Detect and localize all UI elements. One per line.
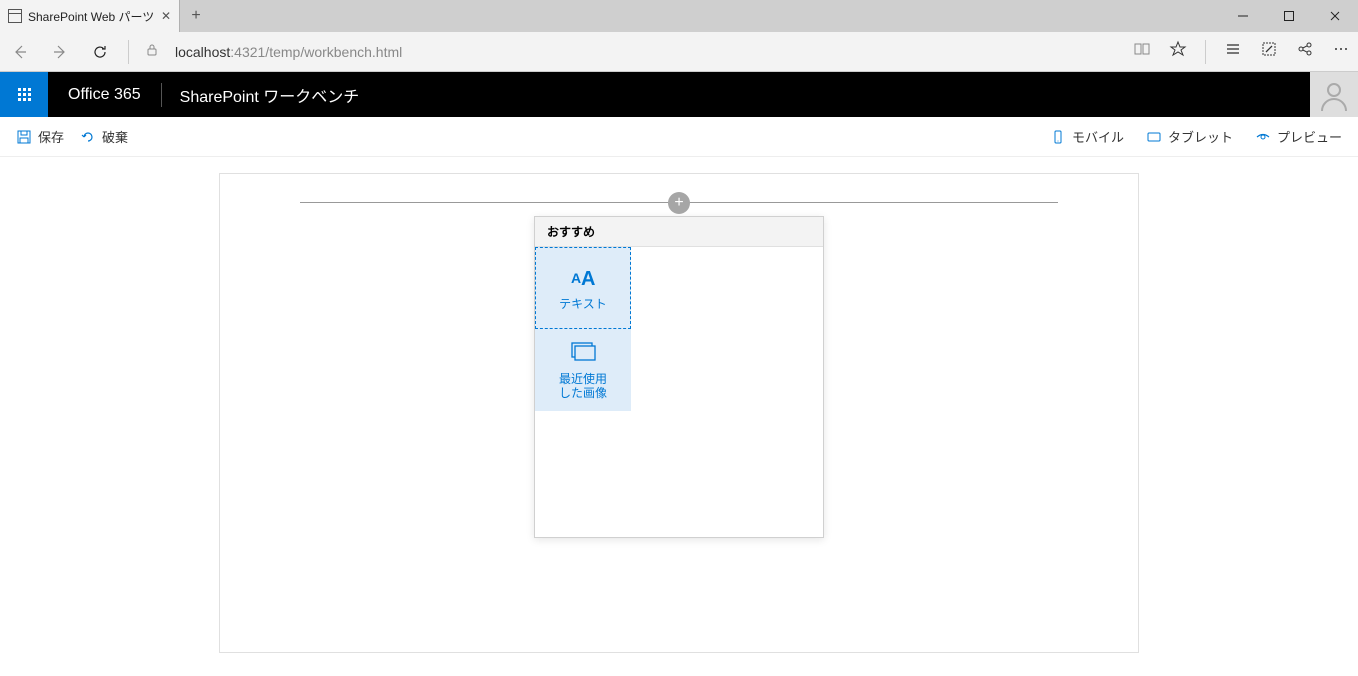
- tablet-icon: [1146, 129, 1162, 145]
- discard-label: 破棄: [102, 127, 128, 146]
- canvas: + おすすめ AA テキスト: [219, 173, 1139, 653]
- discard-button[interactable]: 破棄: [80, 127, 128, 146]
- url-host: localhost: [175, 44, 230, 60]
- favorite-icon[interactable]: [1169, 40, 1187, 63]
- command-bar: 保存 破棄 モバイル タブレット プレビュー: [0, 117, 1358, 157]
- webpart-toolbox: おすすめ AA テキスト: [534, 216, 824, 538]
- reading-view-icon[interactable]: [1133, 40, 1151, 63]
- svg-text:A: A: [571, 270, 581, 286]
- toolbox-item-text[interactable]: AA テキスト: [535, 247, 631, 329]
- image-stack-icon: [567, 340, 599, 364]
- save-label: 保存: [38, 127, 64, 146]
- preview-icon: [1255, 129, 1271, 145]
- avatar[interactable]: [1310, 72, 1358, 117]
- url-path: :4321/temp/workbench.html: [230, 44, 402, 60]
- separator: [1205, 40, 1206, 64]
- forward-button[interactable]: [48, 40, 72, 64]
- brand-label: Office 365: [48, 86, 161, 104]
- tablet-button[interactable]: タブレット: [1146, 127, 1233, 146]
- save-icon: [16, 129, 32, 145]
- hub-icon[interactable]: [1224, 40, 1242, 63]
- close-tab-icon[interactable]: ✕: [161, 9, 171, 23]
- tab-title: SharePoint Web パーツ: [28, 8, 154, 25]
- minimize-button[interactable]: [1220, 0, 1266, 32]
- separator: [128, 40, 129, 64]
- toolbox-item-label: 最近使用 した画像: [559, 372, 607, 401]
- tablet-label: タブレット: [1168, 127, 1233, 146]
- refresh-button[interactable]: [88, 40, 112, 64]
- text-icon: AA: [567, 265, 599, 289]
- back-button[interactable]: [8, 40, 32, 64]
- save-button[interactable]: 保存: [16, 127, 64, 146]
- url-field[interactable]: localhost:4321/temp/workbench.html: [175, 44, 1117, 60]
- app-launcher-button[interactable]: [0, 72, 48, 117]
- toolbox-item-recent-images[interactable]: 最近使用 した画像: [535, 329, 631, 411]
- lock-icon: [145, 43, 159, 60]
- notes-icon[interactable]: [1260, 40, 1278, 63]
- titlebar: SharePoint Web パーツ ✕ +: [0, 0, 1358, 32]
- more-icon[interactable]: [1332, 40, 1350, 63]
- close-window-button[interactable]: [1312, 0, 1358, 32]
- preview-label: プレビュー: [1277, 127, 1342, 146]
- toolbox-item-label: テキスト: [559, 297, 607, 311]
- mobile-icon: [1050, 129, 1066, 145]
- canvas-area: + おすすめ AA テキスト: [0, 157, 1358, 676]
- mobile-button[interactable]: モバイル: [1050, 127, 1124, 146]
- addressbar: localhost:4321/temp/workbench.html: [0, 32, 1358, 72]
- page-icon: [8, 9, 22, 23]
- svg-text:A: A: [581, 268, 595, 289]
- share-icon[interactable]: [1296, 40, 1314, 63]
- suitebar: Office 365 SharePoint ワークベンチ: [0, 72, 1358, 117]
- add-webpart-button[interactable]: +: [668, 192, 690, 214]
- maximize-button[interactable]: [1266, 0, 1312, 32]
- new-tab-button[interactable]: +: [180, 0, 212, 32]
- toolbox-header: おすすめ: [535, 217, 823, 247]
- undo-icon: [80, 129, 96, 145]
- mobile-label: モバイル: [1072, 127, 1124, 146]
- app-title: SharePoint ワークベンチ: [162, 83, 378, 107]
- preview-button[interactable]: プレビュー: [1255, 127, 1342, 146]
- browser-tab[interactable]: SharePoint Web パーツ ✕: [0, 0, 180, 32]
- waffle-icon: [18, 88, 31, 101]
